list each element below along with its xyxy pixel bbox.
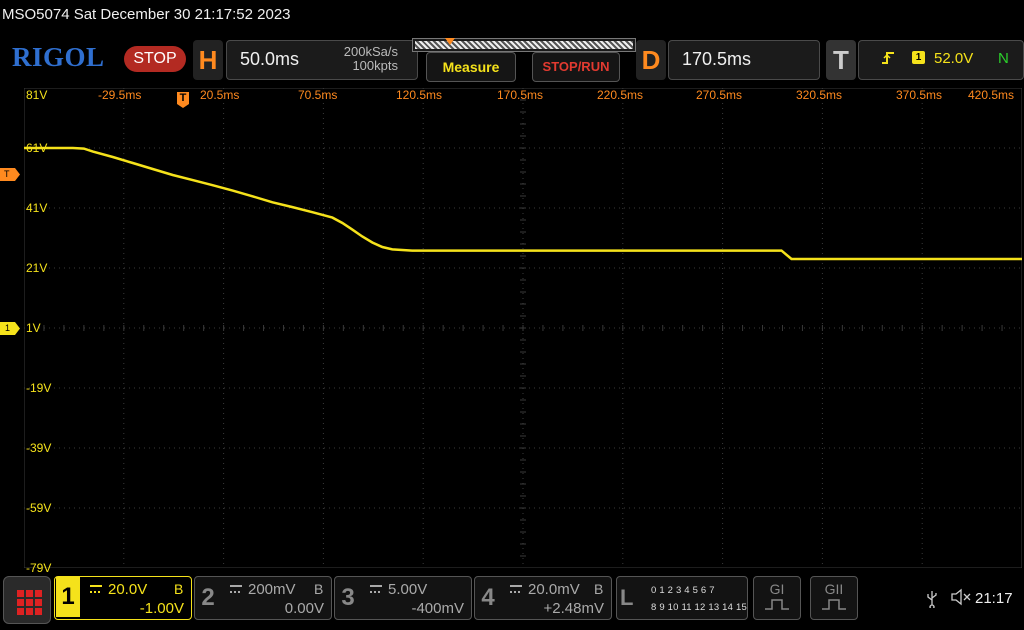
voltage-tick-label: 41V [26,201,48,215]
channel-2-number: 2 [201,584,215,611]
time-tick-label: -29.5ms [98,88,142,102]
channel-2-scale: 200mV [248,581,296,598]
channel-1-scale: 20.0V [108,581,148,598]
channel-4-number: 4 [481,584,495,611]
channel-4-bandwidth-limit: B [594,581,604,597]
measure-button[interactable]: Measure [426,52,516,82]
graticule [24,88,1022,568]
voltage-tick-label: -79V [26,561,52,575]
brand-logo: RIGOL [12,42,105,72]
channel-4-offset: +2.48mV [543,600,604,617]
stop-run-button[interactable]: STOP/RUN [532,52,620,82]
time-tick-label: 70.5ms [298,88,338,102]
dc-coupling-icon [230,585,242,593]
voltage-tick-label: -39V [26,441,52,455]
time-tick-label: 420.5ms [968,88,1015,102]
generator-1-label: GI [769,581,785,597]
logic-channels-row-2: 8 9 10 11 12 13 14 15 [651,602,747,613]
channel-1-bandwidth-limit: B [174,581,184,597]
voltage-tick-label: -19V [26,381,52,395]
channel-1-number: 1 [56,577,80,617]
usb-icon [926,590,938,613]
memory-depth: 100kpts [352,58,398,73]
generator-1-button[interactable]: GI [753,576,801,620]
ch1-ground-marker[interactable]: 1 [0,322,20,335]
voltage-tick-label: 61V [26,141,48,155]
rising-edge-icon [880,50,896,70]
horizontal-menu-button[interactable]: H [193,40,223,80]
channel-2-offset: 0.00V [284,600,324,617]
timebase-value: 50.0ms [240,49,300,69]
pulse-icon [765,599,789,610]
generator-2-button[interactable]: GII [810,576,858,620]
channel-3-number: 3 [341,584,355,611]
voltage-tick-label: 81V [26,88,48,102]
speaker-muted-icon[interactable] [950,588,972,611]
trigger-menu-button[interactable]: T [826,40,856,80]
time-tick-label: 220.5ms [597,88,644,102]
waveform-display[interactable] [24,88,1022,568]
run-status-badge[interactable]: STOP [124,46,186,72]
pulse-icon [822,599,846,610]
dc-coupling-icon [90,585,102,593]
voltage-tick-label: 1V [26,321,41,335]
time-tick-label: 320.5ms [796,88,843,102]
logic-analyzer-panel[interactable] [616,576,748,620]
time-tick-label: 170.5ms [497,88,544,102]
time-tick-label: 120.5ms [396,88,443,102]
status-clock: 21:17 [975,590,1013,607]
channel-2-bandwidth-limit: B [314,581,324,597]
logic-channels-row-1: 0 1 2 3 4 5 6 7 [651,585,715,596]
delay-value: 170.5ms [682,49,752,69]
window-title: MSO5074 Sat December 30 21:17:52 2023 [2,6,291,23]
voltage-tick-label: 21V [26,261,48,275]
dc-coupling-icon [370,585,382,593]
logic-analyzer-label: L [620,585,634,610]
time-tick-label: 270.5ms [696,88,743,102]
sample-rate: 200kSa/s [343,44,398,59]
time-tick-label: 370.5ms [896,88,943,102]
trigger-level-marker[interactable]: T [0,168,20,181]
channel-3-scale: 5.00V [388,581,428,598]
generator-2-label: GII [824,581,844,597]
trigger-mode: N [998,50,1009,67]
channel-1-offset: -1.00V [139,600,184,617]
channel-3-offset: -400mV [411,600,464,617]
trigger-level-value: 52.0V [934,50,974,67]
main-menu-button[interactable] [3,576,51,624]
trigger-source-badge: 1 [912,51,925,64]
time-tick-label: 20.5ms [200,88,240,102]
channel-4-scale: 20.0mV [528,581,580,598]
voltage-tick-label: -59V [26,501,52,515]
dc-coupling-icon [510,585,522,593]
delay-menu-button[interactable]: D [636,40,666,80]
memory-position-marker-icon [445,38,455,45]
